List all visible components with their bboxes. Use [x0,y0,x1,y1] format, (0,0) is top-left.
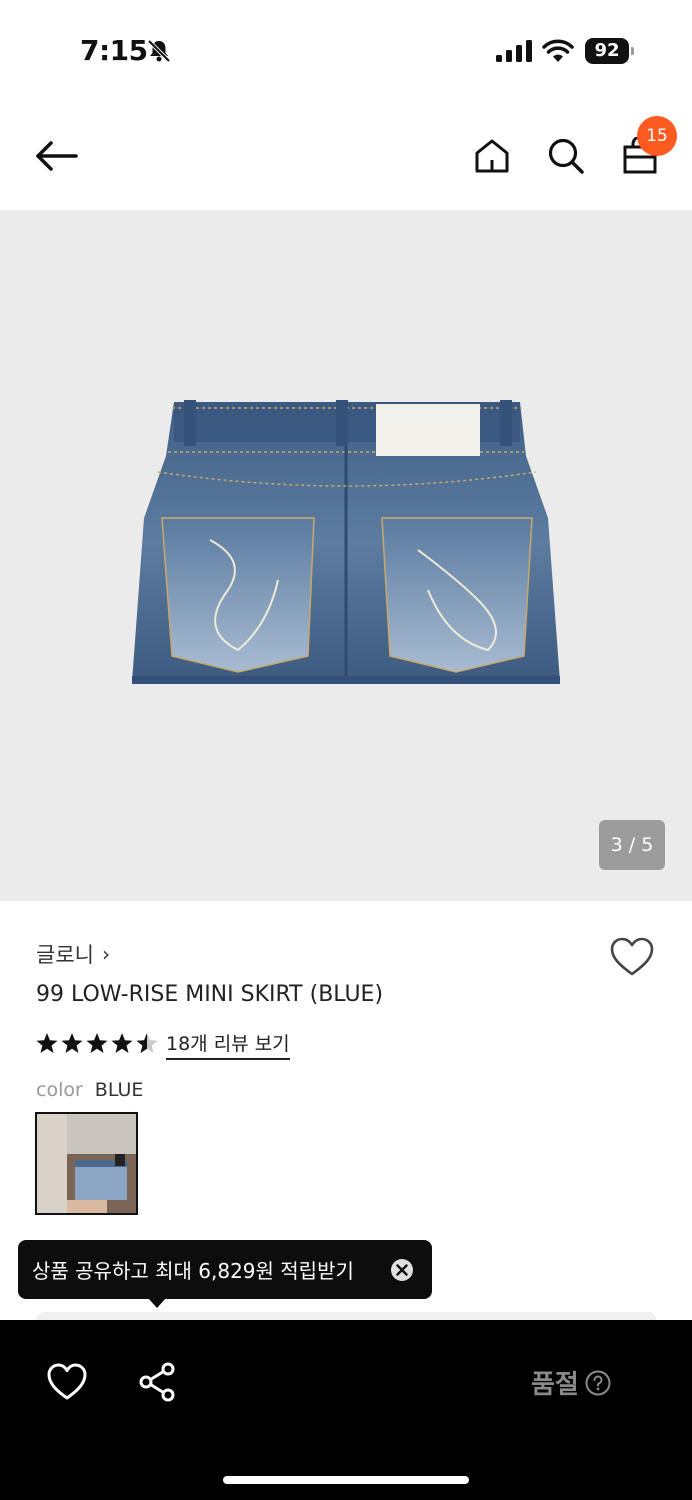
battery-level: 92 [594,40,620,61]
color-value: BLUE [94,1079,144,1101]
signal-icon [496,40,532,62]
home-indicator[interactable] [223,1476,469,1484]
battery-icon: 92 [585,38,635,64]
bottom-action-bar: 품절 [0,1320,692,1500]
chevron-right-icon: › [101,942,110,966]
color-label: color [36,1079,83,1101]
search-button[interactable] [542,132,590,180]
rating-row: 18개 리뷰 보기 [36,1028,290,1060]
reviews-link[interactable]: 18개 리뷰 보기 [166,1029,290,1060]
top-nav [0,100,692,210]
brand-link[interactable]: 글로니 › [36,939,110,969]
product-image-carousel[interactable]: 3 / 5 [0,210,692,901]
share-icon[interactable] [138,1362,178,1402]
home-button[interactable] [468,132,516,180]
home-icon [475,139,509,173]
swatch-image [37,1114,136,1213]
product-image [132,400,560,684]
sold-out-label: 품절 [531,1370,579,1400]
sold-out-status: 품절 [531,1364,611,1401]
bell-off-icon [147,39,171,63]
brand-name: 글로니 [36,943,94,967]
cart-count-badge: 15 [637,116,677,156]
back-arrow-icon [36,141,78,171]
color-row: color BLUE [36,1079,143,1101]
close-icon[interactable] [390,1258,414,1282]
heart-icon[interactable] [46,1362,88,1402]
status-time: 7:15 [80,34,148,67]
tooltip-text: 상품 공유하고 최대 6,829원 적립받기 [32,1259,354,1283]
help-icon[interactable] [585,1370,611,1396]
rating-stars [36,1033,158,1053]
share-reward-tooltip[interactable]: 상품 공유하고 최대 6,829원 적립받기 [18,1240,432,1299]
wifi-icon [542,39,574,62]
search-icon [548,138,584,174]
image-counter: 3 / 5 [599,820,665,870]
color-swatch-blue[interactable] [35,1112,138,1215]
back-button[interactable] [32,132,80,180]
tooltip-arrow [148,1298,166,1308]
product-title: 99 LOW-RISE MINI SKIRT (BLUE) [36,982,384,1007]
status-bar: 7:15 92 [0,0,692,100]
heart-icon[interactable] [609,936,655,978]
